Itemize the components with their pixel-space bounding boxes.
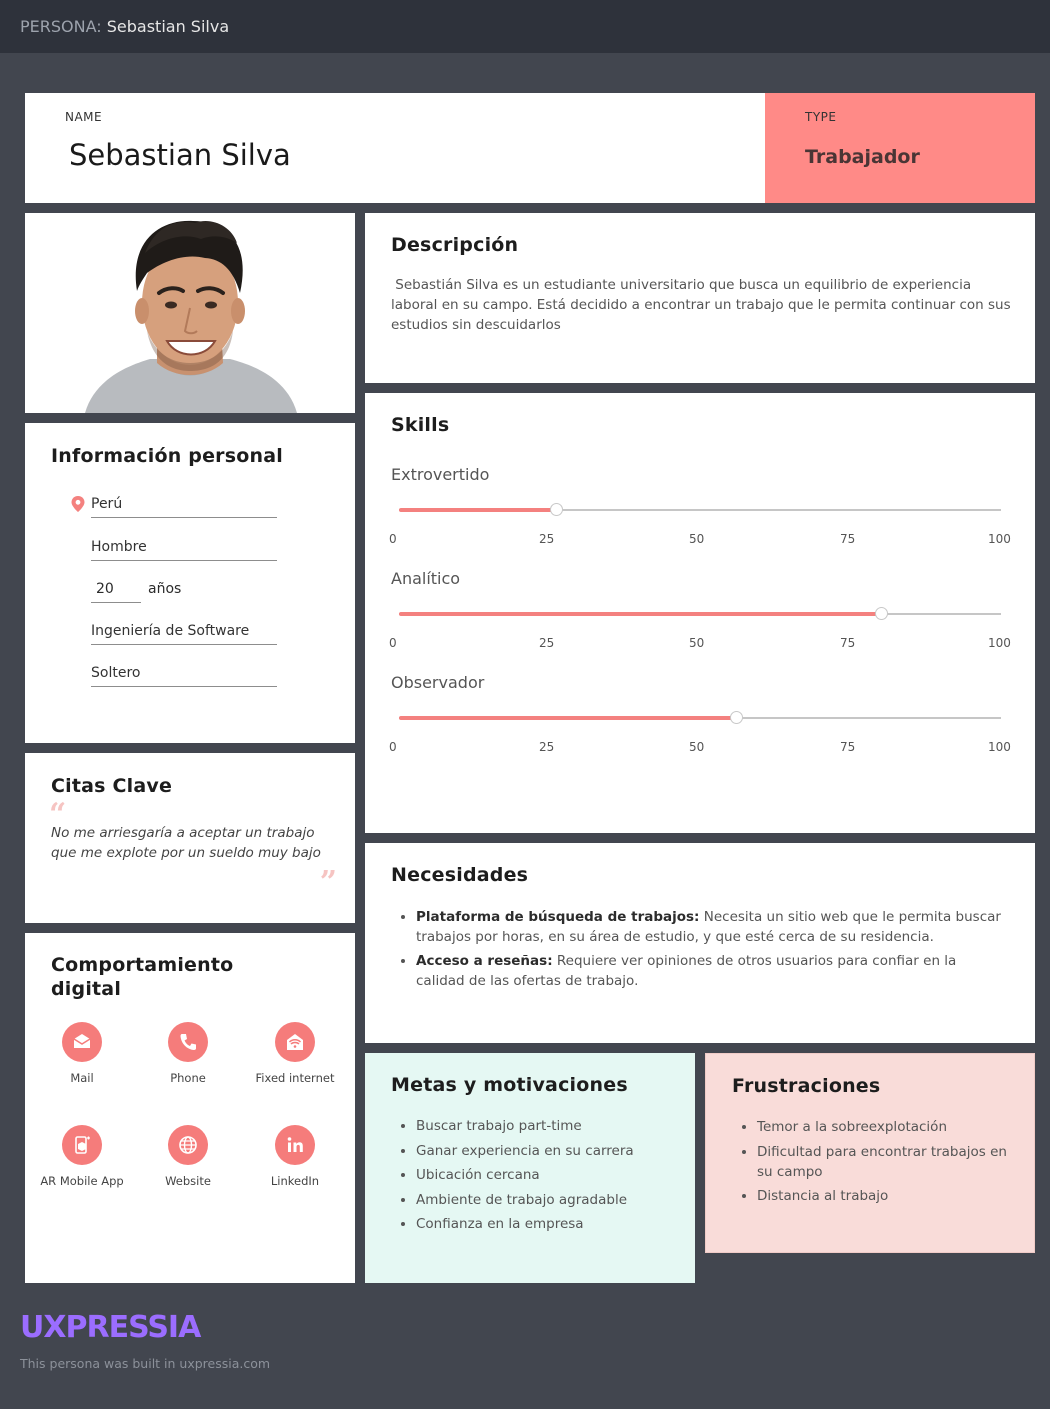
digital-item-phone[interactable]: Phone (145, 1022, 231, 1085)
location-pin-icon (71, 496, 85, 512)
frustrations-item[interactable]: Distancia al trabajo (757, 1186, 1008, 1206)
skill-slider-fill (399, 508, 556, 512)
frustrations-card: Frustraciones Temor a la sobreexplotació… (705, 1053, 1035, 1253)
skill-scale-tick: 100 (988, 636, 1011, 650)
skill-slider-fill (399, 612, 881, 616)
needs-card: Necesidades Plataforma de búsqueda de tr… (365, 843, 1035, 1043)
skill-scale-tick: 25 (539, 532, 555, 546)
persona-type[interactable]: Trabajador (805, 146, 995, 168)
age-field[interactable]: 20 (91, 581, 141, 603)
linkedin-icon (275, 1125, 315, 1165)
skill-scale-tick: 75 (840, 532, 856, 546)
career-field[interactable]: Ingeniería de Software (91, 623, 277, 645)
goals-item[interactable]: Ambiente de trabajo agradable (416, 1190, 669, 1210)
skill-scale-tick: 50 (689, 740, 705, 754)
skill-scale-tick: 75 (840, 636, 856, 650)
frustrations-item[interactable]: Temor a la sobreexplotación (757, 1117, 1008, 1137)
needs-list: Plataforma de búsqueda de trabajos: Nece… (391, 907, 1009, 991)
needs-item[interactable]: Plataforma de búsqueda de trabajos: Nece… (416, 907, 1009, 947)
skill-scale-tick: 100 (988, 532, 1011, 546)
goals-title: Metas y motivaciones (391, 1074, 628, 1096)
skill-scale-tick: 100 (988, 740, 1011, 754)
frustrations-item[interactable]: Dificultad para encontrar trabajos en su… (757, 1142, 1008, 1182)
skill-scale-tick: 50 (689, 636, 705, 650)
digital-item-label: Fixed internet (255, 1071, 335, 1085)
quote-text[interactable]: No me arriesgaría a aceptar un trabajo q… (51, 823, 331, 863)
location-field[interactable]: Perú (91, 496, 277, 518)
skill-slider-handle[interactable] (730, 711, 744, 724)
skill-scale-tick: 25 (539, 636, 555, 650)
mail-icon (62, 1022, 102, 1062)
needs-title: Necesidades (391, 864, 529, 886)
avatar-image (25, 213, 355, 413)
personal-info-title: Información personal (51, 445, 283, 467)
skill-scale-tick: 0 (389, 532, 397, 546)
skill-slider-track[interactable] (399, 503, 1001, 516)
digital-behaviour-card: Comportamiento digital Mail Phone Fixed … (25, 933, 355, 1283)
frustrations-title: Frustraciones (732, 1075, 881, 1097)
footer-text: This persona was built in uxpressia.com (20, 1356, 271, 1371)
skill-scale-tick: 0 (389, 636, 397, 650)
goals-list: Buscar trabajo part-time Ganar experienc… (391, 1116, 669, 1234)
digital-item-label: LinkedIn (270, 1174, 320, 1188)
globe-icon (168, 1125, 208, 1165)
skill-scale-tick: 50 (689, 532, 705, 546)
digital-item-linkedin[interactable]: LinkedIn (252, 1125, 338, 1188)
digital-behaviour-title: Comportamiento digital (51, 954, 234, 1000)
topbar-persona-name: Sebastian Silva (106, 17, 230, 36)
goals-item[interactable]: Buscar trabajo part-time (416, 1116, 669, 1136)
wifi-icon (275, 1022, 315, 1062)
goals-item[interactable]: Ganar experiencia en su carrera (416, 1141, 669, 1161)
digital-item-label: AR Mobile App (40, 1174, 124, 1188)
personal-info-card: Información personal Perú Hombre 20 años… (25, 423, 355, 743)
skill-label: Observador (391, 673, 485, 692)
digital-item-mail[interactable]: Mail (39, 1022, 125, 1085)
description-text[interactable]: Sebastián Silva es un estudiante univers… (391, 275, 1011, 335)
name-card: NAME Sebastian Silva (25, 93, 765, 203)
digital-item-website[interactable]: Website (145, 1125, 231, 1188)
skill-label: Extrovertido (391, 465, 490, 484)
goals-card: Metas y motivaciones Buscar trabajo part… (365, 1053, 695, 1283)
gender-field[interactable]: Hombre (91, 539, 277, 561)
ar-mobile-icon (62, 1125, 102, 1165)
type-label: TYPE (805, 110, 837, 124)
needs-item[interactable]: Acceso a reseñas: Requiere ver opiniones… (416, 951, 1009, 991)
description-card: Descripción Sebastián Silva es un estudi… (365, 213, 1035, 383)
frustrations-list: Temor a la sobreexplotación Dificultad p… (732, 1117, 1008, 1206)
top-bar: PERSONA: Sebastian Silva (0, 0, 1050, 53)
marital-status-field[interactable]: Soltero (91, 665, 277, 687)
skills-title: Skills (391, 414, 450, 436)
close-quote-icon: ” (319, 865, 337, 900)
skill-scale-tick: 75 (840, 740, 856, 754)
description-title: Descripción (391, 234, 519, 256)
goals-item[interactable]: Ubicación cercana (416, 1165, 669, 1185)
skills-card: Skills Extrovertido 0 25 50 75 100 Analítico 0 2… (365, 393, 1035, 833)
skill-slider-track[interactable] (399, 607, 1001, 620)
key-quotes-title: Citas Clave (51, 775, 173, 797)
persona-prefix: PERSONA: (20, 17, 102, 36)
needs-item-heading: Plataforma de búsqueda de trabajos: (416, 909, 700, 925)
type-card: TYPE Trabajador (765, 93, 1035, 203)
persona-name[interactable]: Sebastian Silva (69, 138, 725, 172)
phone-icon (168, 1022, 208, 1062)
persona-photo[interactable] (25, 213, 355, 413)
skill-label: Analítico (391, 569, 461, 588)
uxpressia-logo[interactable]: UXPRESSIA (20, 1310, 201, 1345)
digital-item-label: Mail (70, 1071, 94, 1085)
skill-slider-track[interactable] (399, 711, 1001, 724)
skill-scale-tick: 0 (389, 740, 397, 754)
skill-scale-tick: 25 (539, 740, 555, 754)
digital-item-label: Phone (170, 1071, 206, 1085)
digital-item-ar-mobile-app[interactable]: AR Mobile App (39, 1125, 125, 1188)
key-quotes-card: Citas Clave “ No me arriesgaría a acepta… (25, 753, 355, 923)
needs-item-heading: Acceso a reseñas: (416, 953, 553, 969)
name-label: NAME (65, 110, 103, 124)
digital-item-label: Website (165, 1174, 211, 1188)
digital-item-fixed-internet[interactable]: Fixed internet (252, 1022, 338, 1085)
age-unit-label: años (148, 581, 182, 597)
skill-slider-fill (399, 716, 737, 720)
goals-item[interactable]: Confianza en la empresa (416, 1214, 669, 1234)
skill-slider-handle[interactable] (549, 503, 563, 516)
skill-slider-handle[interactable] (874, 607, 888, 620)
